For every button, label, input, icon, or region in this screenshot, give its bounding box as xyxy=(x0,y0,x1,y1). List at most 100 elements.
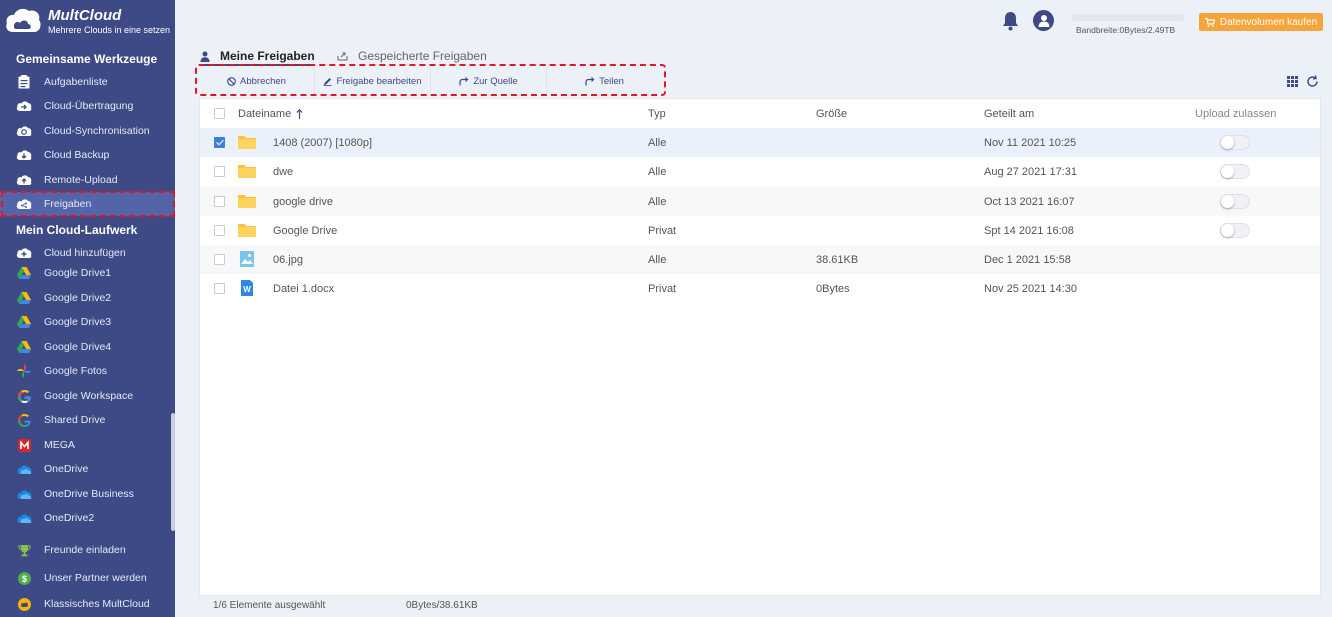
file-name[interactable]: Google Drive xyxy=(273,216,337,245)
sidebar-item-onedrive[interactable]: OneDrive xyxy=(0,457,175,481)
upload-toggle[interactable] xyxy=(1220,194,1250,209)
table-row[interactable]: google drive Alle Oct 13 2021 16:07 xyxy=(200,187,1320,216)
column-header-name[interactable]: Dateiname xyxy=(238,99,303,128)
sidebar-scrollbar[interactable] xyxy=(171,413,175,531)
google-workspace-icon xyxy=(16,388,32,404)
shared-date: Aug 27 2021 17:31 xyxy=(984,165,1077,178)
sort-asc-icon xyxy=(296,108,303,119)
file-name[interactable]: dwe xyxy=(273,157,293,186)
row-checkbox[interactable] xyxy=(214,283,225,294)
google-photos-icon xyxy=(16,363,32,379)
logo[interactable]: MultCloud Mehrere Clouds in eine setzen xyxy=(0,0,175,42)
file-name[interactable]: google drive xyxy=(273,187,333,216)
sidebar-item-remote-upload[interactable]: Remote-Upload xyxy=(0,168,175,192)
sidebar-item-onedrive2[interactable]: OneDrive2 xyxy=(0,506,175,530)
edit-icon xyxy=(323,77,332,86)
sidebar-item-mega[interactable]: MEGA xyxy=(0,433,175,457)
sidebar-item-google-workspace[interactable]: Google Workspace xyxy=(0,384,175,408)
sidebar-item-label: Freigaben xyxy=(44,198,92,210)
tab-label: Meine Freigaben xyxy=(220,49,315,63)
select-all-checkbox[interactable] xyxy=(214,108,225,119)
action-toolbar: Abbrechen Freigabe bearbeiten Zur Quelle… xyxy=(199,68,662,94)
tab-saved-shares[interactable]: Gespeicherte Freigaben xyxy=(337,46,487,66)
sidebar-item-cloud-sync[interactable]: Cloud-Synchronisation xyxy=(0,119,175,143)
sidebar-item-shared-drive[interactable]: Shared Drive xyxy=(0,408,175,432)
remote-upload-icon xyxy=(16,172,32,188)
column-header-size[interactable]: Größe xyxy=(816,99,847,128)
sidebar-item-cloud-backup[interactable]: Cloud Backup xyxy=(0,143,175,167)
upload-toggle[interactable] xyxy=(1220,164,1250,179)
notification-bell-icon[interactable] xyxy=(1002,11,1019,31)
sidebar-item-shares[interactable]: Freigaben xyxy=(0,192,175,216)
sidebar-item-cloud-transfer[interactable]: Cloud-Übertragung xyxy=(0,94,175,118)
row-checkbox[interactable] xyxy=(214,196,225,207)
row-checkbox[interactable] xyxy=(214,254,225,265)
user-avatar[interactable] xyxy=(1033,10,1054,31)
word-file-icon: W xyxy=(241,280,253,296)
share-type: Privat xyxy=(648,282,677,295)
column-header-upload: Upload zulassen xyxy=(1195,107,1277,120)
tab-my-shares[interactable]: Meine Freigaben xyxy=(200,46,315,66)
cancel-icon xyxy=(227,76,236,86)
grid-view-icon[interactable] xyxy=(1287,76,1298,87)
sidebar-item-google-drive3[interactable]: Google Drive3 xyxy=(0,310,175,334)
cloud-transfer-icon xyxy=(16,98,32,114)
sidebar-item-label: MEGA xyxy=(44,439,75,451)
sidebar-item-task-list[interactable]: Aufgabenliste xyxy=(0,70,175,94)
share-type: Privat xyxy=(648,224,677,237)
buy-traffic-button[interactable]: Datenvolumen kaufen xyxy=(1199,13,1323,31)
trophy-icon xyxy=(16,542,32,558)
table-row[interactable]: 06.jpg Alle 38.61KB Dec 1 2021 15:58 xyxy=(200,245,1320,274)
cancel-share-button[interactable]: Abbrechen xyxy=(199,68,315,94)
classic-icon xyxy=(16,596,32,612)
table-row[interactable]: 1408 (2007) [1080p] Alle Nov 11 2021 10:… xyxy=(200,128,1320,157)
goto-source-icon xyxy=(459,76,469,86)
table-row[interactable]: Google Drive Privat Spt 14 2021 16:08 xyxy=(200,216,1320,245)
share-type: Alle xyxy=(648,136,667,149)
file-name[interactable]: 06.jpg xyxy=(273,245,303,274)
bandwidth-text: Bandbreite:0Bytes/2.49TB xyxy=(1076,25,1176,35)
cart-icon xyxy=(1204,17,1215,27)
share-type: Alle xyxy=(648,253,667,266)
row-checkbox[interactable] xyxy=(214,166,225,177)
toolbar-label: Abbrechen xyxy=(240,75,286,87)
cloud-backup-icon xyxy=(16,147,32,163)
share-type: Alle xyxy=(648,165,667,178)
table-row[interactable]: W Datei 1.docx Privat 0Bytes Nov 25 2021… xyxy=(200,274,1320,303)
share-button[interactable]: Teilen xyxy=(547,68,662,94)
row-checkbox[interactable] xyxy=(214,225,225,236)
google-drive-icon xyxy=(16,314,32,330)
goto-source-button[interactable]: Zur Quelle xyxy=(431,68,547,94)
sidebar-item-classic[interactable]: Klassisches MultCloud xyxy=(0,592,175,616)
refresh-icon[interactable] xyxy=(1306,75,1319,88)
sidebar-item-label: Shared Drive xyxy=(44,414,106,426)
sidebar-item-label: Google Fotos xyxy=(44,365,108,377)
folder-icon xyxy=(238,195,256,208)
share-type: Alle xyxy=(648,195,667,208)
sidebar-item-google-drive1[interactable]: Google Drive1 xyxy=(0,261,175,285)
google-drive-icon xyxy=(16,339,32,355)
sidebar-item-google-drive2[interactable]: Google Drive2 xyxy=(0,286,175,310)
dollar-icon: $ xyxy=(16,570,32,586)
section-title-drives: Mein Cloud-Laufwerk xyxy=(16,223,138,237)
row-checkbox[interactable] xyxy=(214,137,225,148)
sidebar-item-invite-friends[interactable]: Freunde einladen xyxy=(0,538,175,562)
file-name[interactable]: Datei 1.docx xyxy=(273,274,334,303)
edit-share-button[interactable]: Freigabe bearbeiten xyxy=(315,68,431,94)
sidebar-item-google-photos[interactable]: Google Fotos xyxy=(0,359,175,383)
sidebar-item-label: Remote-Upload xyxy=(44,174,118,186)
column-header-shared-date[interactable]: Geteilt am xyxy=(984,99,1034,128)
sidebar-item-google-drive4[interactable]: Google Drive4 xyxy=(0,335,175,359)
tab-label: Gespeicherte Freigaben xyxy=(358,49,487,63)
sidebar-item-label: Cloud hinzufügen xyxy=(44,247,126,259)
upload-toggle[interactable] xyxy=(1220,223,1250,238)
image-file-icon xyxy=(240,251,254,267)
file-name[interactable]: 1408 (2007) [1080p] xyxy=(273,128,372,157)
sidebar-item-onedrive-business[interactable]: OneDrive Business xyxy=(0,482,175,506)
table-row[interactable]: dwe Alle Aug 27 2021 17:31 xyxy=(200,157,1320,186)
upload-toggle[interactable] xyxy=(1220,135,1250,150)
share-cloud-icon xyxy=(16,196,32,212)
column-header-type[interactable]: Typ xyxy=(648,99,666,128)
sidebar-item-partner[interactable]: $ Unser Partner werden xyxy=(0,566,175,590)
sidebar-item-label: Cloud-Synchronisation xyxy=(44,125,150,137)
